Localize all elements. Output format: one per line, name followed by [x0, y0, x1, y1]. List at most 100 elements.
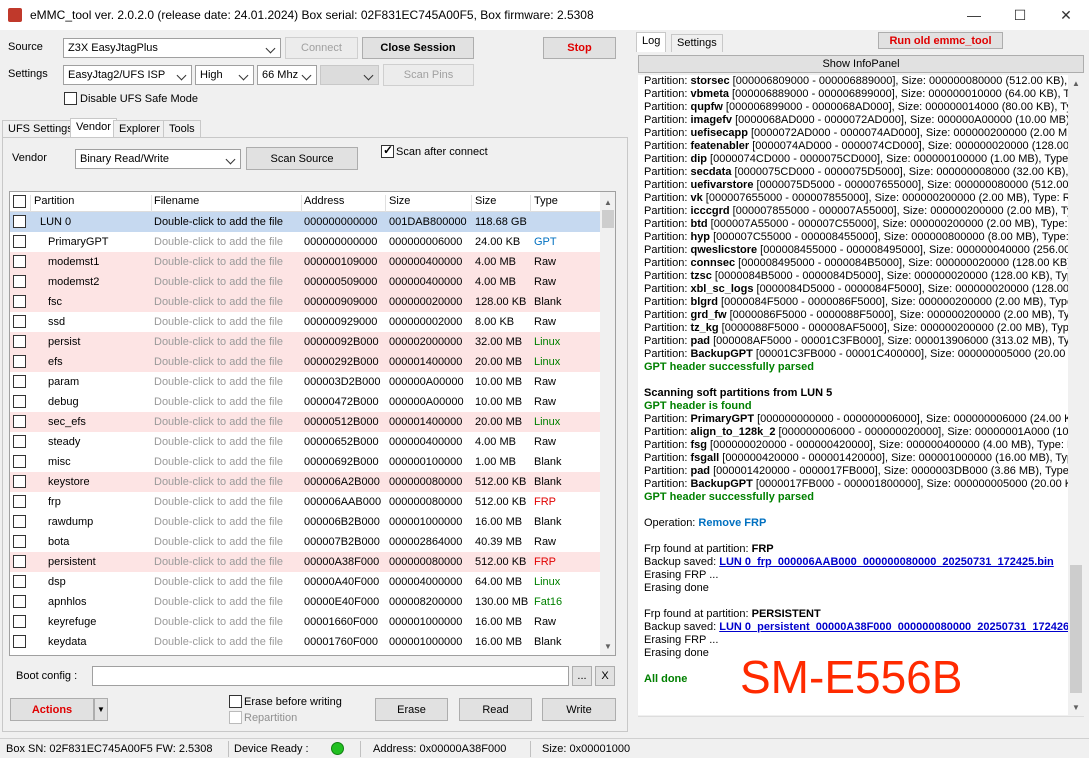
drive-strength-combo[interactable]: High	[195, 65, 254, 85]
select-all-checkbox[interactable]	[13, 195, 26, 208]
table-row[interactable]: modemst2 Double-click to add the file 0000…	[10, 272, 600, 292]
table-row[interactable]: misc Double-click to add the file 00000692…	[10, 452, 600, 472]
row-checkbox[interactable]	[13, 515, 26, 528]
table-row[interactable]: rawdump Double-click to add the file 00000…	[10, 512, 600, 532]
row-checkbox[interactable]	[13, 375, 26, 388]
close-session-button[interactable]: Close Session	[362, 37, 474, 59]
table-row[interactable]: persist Double-click to add the file 00000…	[10, 332, 600, 352]
table-row[interactable]: efs Double-click to add the file 00000292B…	[10, 352, 600, 372]
row-checkbox[interactable]	[13, 575, 26, 588]
erase-before-writing-checkbox[interactable]	[229, 695, 242, 708]
table-row[interactable]: ssd Double-click to add the file 000000929…	[10, 312, 600, 332]
row-checkbox[interactable]	[13, 635, 26, 648]
scroll-down-icon[interactable]: ▼	[604, 642, 612, 651]
row-checkbox[interactable]	[13, 495, 26, 508]
tab-vendor[interactable]: Vendor	[70, 118, 117, 138]
row-checkbox[interactable]	[13, 395, 26, 408]
row-checkbox[interactable]	[13, 535, 26, 548]
table-row[interactable]: sec_efs Double-click to add the file 00000…	[10, 412, 600, 432]
extra-combo[interactable]	[320, 65, 379, 85]
row-checkbox[interactable]	[13, 555, 26, 568]
tab-tools[interactable]: Tools	[163, 120, 201, 138]
row-checkbox[interactable]	[13, 595, 26, 608]
row-checkbox[interactable]	[13, 295, 26, 308]
row-checkbox[interactable]	[13, 335, 26, 348]
scan-pins-button[interactable]: Scan Pins	[383, 64, 474, 86]
source-combo[interactable]: Z3X EasyJtagPlus	[63, 38, 281, 58]
col-size-hex[interactable]: Size	[389, 195, 410, 207]
log-hscrollbar[interactable]	[638, 716, 1084, 730]
log-scroll-thumb[interactable]	[1070, 565, 1082, 693]
table-row[interactable]: frp Double-click to add the file 000006AAB…	[10, 492, 600, 512]
table-row[interactable]: keyrefuge Double-click to add the file 000…	[10, 612, 600, 632]
table-row[interactable]: PrimaryGPT Double-click to add the file 00…	[10, 232, 600, 252]
maximize-button[interactable]: ☐	[997, 0, 1043, 30]
interface-combo[interactable]: EasyJtag2/UFS ISP	[63, 65, 192, 85]
cell-size-hex: 000002000000	[389, 336, 463, 348]
table-row[interactable]: modemst1 Double-click to add the file 0000…	[10, 252, 600, 272]
disable-safe-mode-checkbox[interactable]	[64, 92, 77, 105]
col-size[interactable]: Size	[475, 195, 496, 207]
row-checkbox[interactable]	[13, 475, 26, 488]
col-filename[interactable]: Filename	[154, 195, 199, 207]
row-checkbox[interactable]	[13, 435, 26, 448]
grid-scrollbar[interactable]: ▲ ▼	[600, 192, 615, 655]
log-backup-link[interactable]: LUN 0_persistent_00000A38F000_0000000800…	[719, 621, 1068, 633]
erase-button[interactable]: Erase	[375, 698, 448, 721]
stop-button[interactable]: Stop	[543, 37, 616, 59]
table-row[interactable]: dsp Double-click to add the file 00000A40F…	[10, 572, 600, 592]
table-row[interactable]: param Double-click to add the file 000003D…	[10, 372, 600, 392]
log-scroll-up-icon[interactable]: ▲	[1072, 79, 1080, 88]
show-infopanel-button[interactable]: Show InfoPanel	[638, 55, 1084, 73]
scroll-up-icon[interactable]: ▲	[604, 198, 612, 207]
row-checkbox[interactable]	[13, 315, 26, 328]
browse-button[interactable]: ...	[572, 666, 592, 686]
vendor-combo[interactable]: Binary Read/Write	[75, 149, 241, 169]
row-checkbox[interactable]	[13, 235, 26, 248]
table-row[interactable]: LUN 0 Double-click to add the file 0000000…	[10, 212, 600, 232]
table-row[interactable]: fsc Double-click to add the file 000000909…	[10, 292, 600, 312]
tab-log[interactable]: Log	[636, 32, 667, 52]
table-row[interactable]: debug Double-click to add the file 0000047…	[10, 392, 600, 412]
boot-config-input[interactable]	[92, 666, 569, 686]
row-checkbox[interactable]	[13, 615, 26, 628]
col-address[interactable]: Address	[304, 195, 344, 207]
table-row[interactable]: persistent Double-click to add the file 00…	[10, 552, 600, 572]
connect-button[interactable]: Connect	[285, 37, 358, 59]
run-old-emmc-tool-button[interactable]: Run old emmc_tool	[878, 32, 1003, 49]
col-partition[interactable]: Partition	[34, 195, 74, 207]
table-row[interactable]: keydata Double-click to add the file 00001…	[10, 632, 600, 652]
row-checkbox[interactable]	[13, 275, 26, 288]
cell-size-hex: 000008200000	[389, 596, 463, 608]
row-checkbox[interactable]	[13, 215, 26, 228]
tab-ufs-settings[interactable]: UFS Settings	[2, 120, 79, 138]
clock-combo[interactable]: 66 Mhz	[257, 65, 317, 85]
write-button[interactable]: Write	[542, 698, 616, 721]
table-row[interactable]: keystore Double-click to add the file 0000…	[10, 472, 600, 492]
table-row[interactable]: bota Double-click to add the file 000007B2…	[10, 532, 600, 552]
log-backup-link[interactable]: LUN 0_frp_000006AAB000_000000080000_2025…	[719, 556, 1054, 568]
minimize-button[interactable]: —	[951, 0, 997, 30]
scan-source-button[interactable]: Scan Source	[246, 147, 358, 170]
clear-boot-button[interactable]: X	[595, 666, 615, 686]
log-scrollbar[interactable]: ▲ ▼	[1068, 75, 1084, 715]
row-checkbox[interactable]	[13, 455, 26, 468]
row-checkbox[interactable]	[13, 355, 26, 368]
row-checkbox[interactable]	[13, 415, 26, 428]
col-type[interactable]: Type	[534, 195, 558, 207]
actions-dropdown-icon[interactable]: ▼	[94, 698, 108, 721]
tab-settings[interactable]: Settings	[671, 34, 723, 52]
table-row[interactable]: steady Double-click to add the file 000006…	[10, 432, 600, 452]
row-checkbox[interactable]	[13, 255, 26, 268]
repartition-checkbox[interactable]	[229, 711, 242, 724]
close-window-button[interactable]: ✕	[1043, 0, 1089, 30]
log-scroll-down-icon[interactable]: ▼	[1072, 703, 1080, 712]
grid-scroll-thumb[interactable]	[602, 210, 614, 228]
scan-after-connect-checkbox[interactable]	[381, 143, 394, 158]
read-button[interactable]: Read	[459, 698, 532, 721]
table-row[interactable]: apnhlos Double-click to add the file 00000…	[10, 592, 600, 612]
cell-size-hex: 000004000000	[389, 576, 463, 588]
tab-explorer[interactable]: Explorer	[113, 120, 166, 138]
cell-type: Raw	[534, 616, 557, 628]
actions-button[interactable]: Actions	[10, 698, 94, 721]
